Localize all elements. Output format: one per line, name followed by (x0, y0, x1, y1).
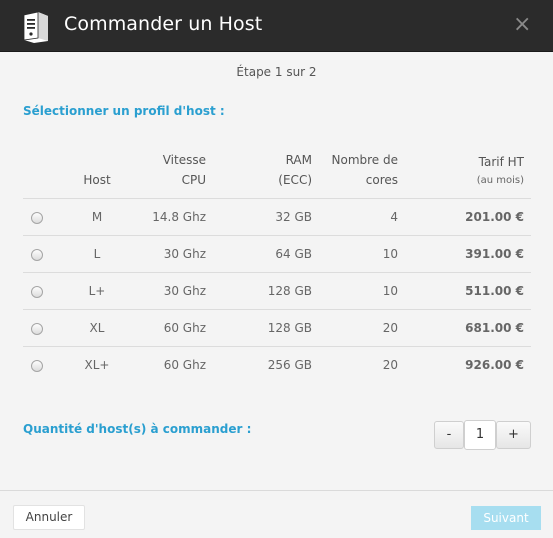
price-cell: 681.00 € (398, 308, 531, 346)
dialog-header: Commander un Host × (0, 0, 553, 52)
quantity-input[interactable]: 1 (464, 420, 496, 450)
price-cell: 201.00 € (398, 197, 531, 235)
header-host-label: Host (83, 172, 111, 187)
table-row[interactable]: XL+ 60 Ghz 256 GB 20 926.00 € (23, 345, 531, 383)
ram-cell: 32 GB (206, 197, 312, 235)
cpu-cell: 30 Ghz (141, 234, 206, 272)
header-cpu: Vitesse CPU (141, 140, 206, 198)
dialog-footer: Annuler Suivant (0, 490, 553, 538)
cores-cell: 10 (312, 271, 398, 309)
header-cpu-line2: CPU (181, 172, 206, 187)
table-row[interactable]: XL 60 Ghz 128 GB 20 681.00 € (23, 308, 531, 346)
ram-cell: 128 GB (206, 308, 312, 346)
host-radio-xl-plus[interactable] (31, 360, 43, 373)
radio-cell[interactable] (23, 234, 53, 272)
host-cell: XL+ (53, 345, 141, 383)
ram-cell: 64 GB (206, 234, 312, 272)
header-price: Tarif HT (au mois) (398, 140, 531, 198)
price-cell: 511.00 € (398, 271, 531, 309)
radio-cell[interactable] (23, 308, 53, 346)
decrement-button[interactable]: - (434, 421, 464, 449)
host-radio-xl[interactable] (31, 323, 43, 335)
cores-cell: 20 (312, 345, 398, 383)
radio-cell[interactable] (23, 345, 53, 383)
header-ram-line2: (ECC) (278, 172, 312, 187)
cpu-cell: 30 Ghz (141, 271, 206, 309)
price-cell: 391.00 € (398, 234, 531, 272)
host-radio-l-plus[interactable] (31, 286, 43, 298)
header-select (23, 140, 53, 198)
table-row[interactable]: M 14.8 Ghz 32 GB 4 201.00 € (23, 197, 531, 235)
next-button[interactable]: Suivant (471, 506, 541, 530)
dialog-title: Commander un Host (64, 13, 263, 35)
header-price-line2: (au mois) (476, 174, 524, 186)
header-cores-line2: cores (365, 172, 398, 187)
host-cell: L+ (53, 271, 141, 309)
dialog-body: Étape 1 sur 2 Sélectionner un profil d'h… (0, 52, 553, 490)
header-cores: Nombre de cores (312, 140, 399, 198)
increment-button[interactable]: + (496, 421, 531, 449)
step-indicator: Étape 1 sur 2 (236, 65, 317, 79)
host-profile-table: Host Vitesse CPU RAM (ECC) Nombre de cores … (23, 140, 531, 383)
cores-cell: 20 (312, 308, 398, 346)
host-cell: M (53, 197, 141, 235)
radio-cell[interactable] (23, 271, 53, 309)
table-header-row: Host Vitesse CPU RAM (ECC) Nombre de cores … (23, 140, 531, 198)
price-cell: 926.00 € (398, 345, 531, 383)
close-icon[interactable]: × (513, 14, 531, 36)
host-radio-l[interactable] (31, 249, 43, 261)
cores-cell: 4 (312, 197, 398, 235)
table-row[interactable]: L+ 30 Ghz 128 GB 10 511.00 € (23, 271, 531, 309)
header-ram: RAM (ECC) (206, 140, 312, 198)
header-cpu-line1: Vitesse (162, 152, 206, 167)
cancel-button[interactable]: Annuler (13, 505, 85, 530)
host-cell: L (53, 234, 141, 272)
header-price-line1: Tarif HT (478, 154, 524, 169)
cpu-cell: 60 Ghz (141, 308, 206, 346)
cpu-cell: 14.8 Ghz (141, 197, 206, 235)
radio-cell[interactable] (23, 197, 53, 235)
profile-section-label: Sélectionner un profil d'host : (23, 104, 225, 118)
quantity-label: Quantité d'host(s) à commander : (23, 422, 252, 436)
header-ram-line1: RAM (285, 152, 312, 167)
table-row[interactable]: L 30 Ghz 64 GB 10 391.00 € (23, 234, 531, 272)
cpu-cell: 60 Ghz (141, 345, 206, 383)
cores-cell: 10 (312, 234, 398, 272)
host-cell: XL (53, 308, 141, 346)
host-radio-m[interactable] (31, 212, 43, 224)
header-cores-line1: Nombre de (331, 152, 399, 167)
ram-cell: 128 GB (206, 271, 312, 309)
server-icon (23, 11, 48, 43)
header-host: Host (53, 140, 141, 198)
ram-cell: 256 GB (206, 345, 312, 383)
